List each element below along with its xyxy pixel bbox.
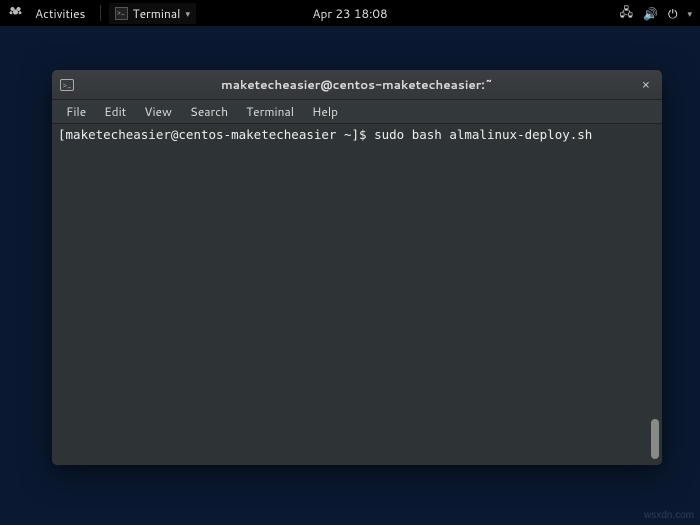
topbar-left-group: Activities >_ Terminal ▾: [8, 3, 196, 24]
power-icon[interactable]: ⏻: [668, 5, 678, 22]
divider: [100, 5, 101, 21]
close-button[interactable]: ×: [638, 76, 654, 94]
menu-search[interactable]: Search: [182, 101, 236, 122]
gnome-top-bar: Activities >_ Terminal ▾ Apr 23 18:08 🖧 …: [0, 0, 700, 26]
menu-terminal[interactable]: Terminal: [238, 101, 302, 122]
current-app-label: Terminal: [133, 5, 181, 22]
menu-view[interactable]: View: [136, 101, 180, 122]
chevron-down-icon: ▾: [687, 7, 692, 20]
gnome-logo-icon: [8, 6, 23, 21]
menu-file[interactable]: File: [58, 101, 94, 122]
scrollbar-thumb[interactable]: [651, 419, 659, 459]
terminal-scrollbar[interactable]: [650, 124, 660, 465]
window-menubar: File Edit View Search Terminal Help: [52, 100, 662, 124]
datetime-label: Apr 23 18:08: [312, 5, 387, 22]
current-app-indicator[interactable]: >_ Terminal ▾: [109, 3, 196, 24]
menu-edit[interactable]: Edit: [96, 101, 134, 122]
clock[interactable]: Apr 23 18:08: [312, 5, 387, 22]
activities-button[interactable]: Activities: [29, 3, 92, 24]
volume-icon[interactable]: 🔊: [643, 5, 658, 22]
chevron-down-icon: ▾: [185, 7, 190, 20]
window-title: maketecheasier@centos-maketecheasier:~: [221, 76, 493, 93]
terminal-prompt-glyph: >_: [117, 8, 125, 18]
terminal-app-icon: >_: [115, 7, 128, 20]
menu-help[interactable]: Help: [304, 101, 346, 122]
shell-prompt: [maketecheasier@centos-maketecheasier ~]…: [58, 127, 374, 142]
shell-command: sudo bash almalinux-deploy.sh: [374, 127, 592, 142]
status-area[interactable]: 🖧 🔊 ⏻ ▾: [620, 3, 692, 24]
window-titlebar[interactable]: >_ maketecheasier@centos-maketecheasier:…: [52, 70, 662, 100]
watermark: wsxdn.com: [644, 510, 694, 521]
terminal-prompt-glyph: >_: [63, 79, 72, 91]
terminal-icon: >_: [60, 79, 74, 91]
terminal-line: [maketecheasier@centos-maketecheasier ~]…: [58, 127, 656, 142]
terminal-viewport[interactable]: [maketecheasier@centos-maketecheasier ~]…: [52, 124, 662, 465]
network-icon[interactable]: 🖧: [620, 3, 633, 24]
terminal-window: >_ maketecheasier@centos-maketecheasier:…: [52, 70, 662, 465]
